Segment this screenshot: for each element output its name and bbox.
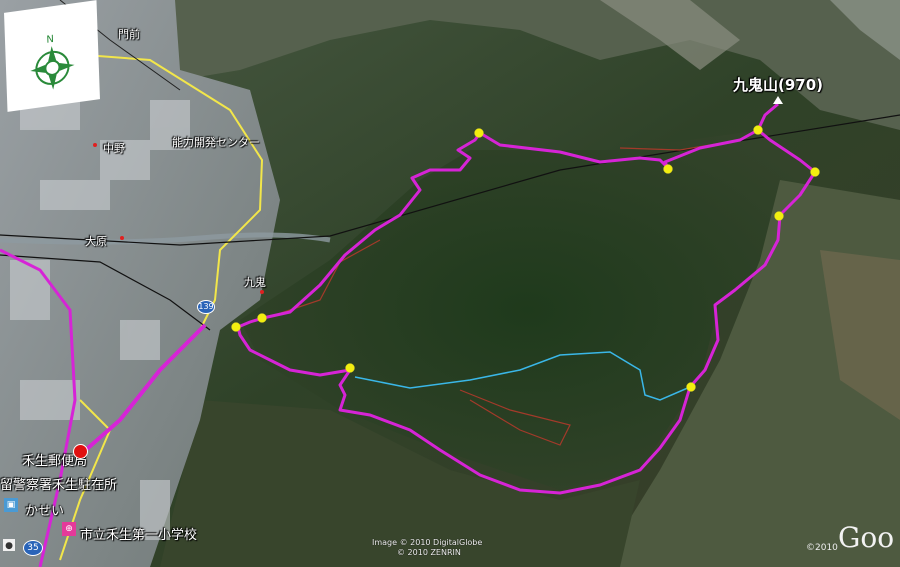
route-139-shield: 139 bbox=[197, 300, 215, 314]
route-35-shield: 35 bbox=[23, 540, 43, 556]
place-police: 留警察署禾生駐在所 bbox=[0, 478, 118, 493]
place-school: 市立禾生第一小学校 bbox=[80, 528, 198, 543]
compass-icon: N bbox=[30, 34, 75, 90]
zenrin-credit: © 2010 ZENRIN bbox=[397, 548, 461, 557]
place-kuki: 九鬼 bbox=[244, 276, 266, 289]
copyright-year: ©2010 bbox=[806, 543, 838, 553]
building-icon: ▣ bbox=[4, 498, 18, 512]
map-marker-icon: ● bbox=[3, 539, 15, 551]
place-center: 能力開発センター bbox=[172, 136, 260, 149]
map-view[interactable]: N 九鬼山(970) 門前 中野 能力開発センター 大原 九鬼 禾生郵便局 留警… bbox=[0, 0, 900, 567]
place-monzen: 門前 bbox=[118, 28, 140, 41]
place-kasei: かせい bbox=[25, 504, 65, 519]
brand-logo: Goo bbox=[838, 521, 895, 554]
place-nakano: 中野 bbox=[103, 142, 125, 155]
place-ohara: 大原 bbox=[85, 235, 107, 248]
summit-label: 九鬼山(970) bbox=[733, 76, 824, 94]
post-office-pin[interactable] bbox=[73, 444, 88, 459]
imagery-credit: Image © 2010 DigitalGlobe bbox=[372, 538, 483, 547]
compass-north-label: N bbox=[46, 34, 54, 46]
compass-widget[interactable]: N bbox=[4, 0, 100, 112]
school-icon: ⊕ bbox=[62, 522, 76, 536]
